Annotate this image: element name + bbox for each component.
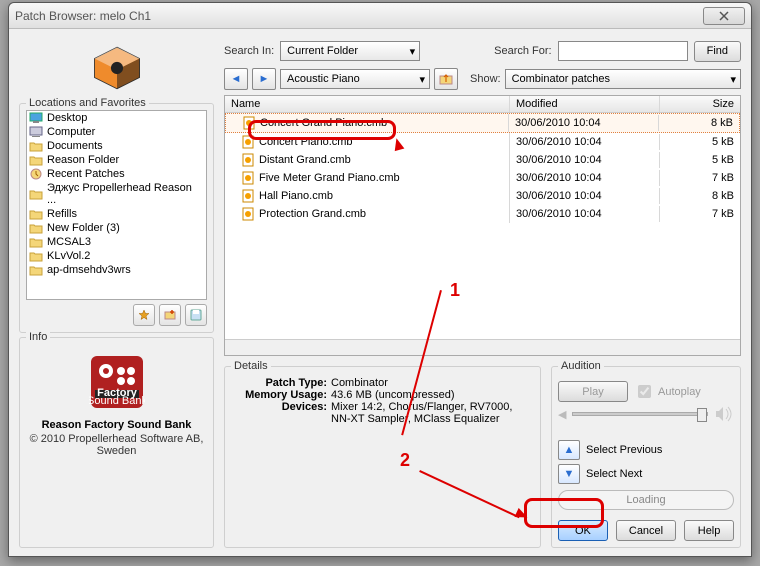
back-button[interactable]: ◄ (224, 68, 248, 90)
arrow-right-icon: ► (259, 73, 270, 85)
locations-group: Locations and Favorites DesktopComputerD… (19, 103, 214, 333)
find-button[interactable]: Find (694, 41, 741, 62)
disk-icon (190, 309, 202, 321)
audition-group: Audition Play Autoplay ◀ ▲ Select Pre (551, 366, 741, 548)
help-button[interactable]: Help (684, 520, 734, 541)
ok-button[interactable]: OK (558, 520, 608, 541)
cancel-button[interactable]: Cancel (616, 520, 676, 541)
close-icon (719, 11, 729, 21)
search-for-label: Search For: (494, 45, 551, 57)
locations-item[interactable]: Computer (27, 125, 206, 139)
locations-item[interactable]: Desktop (27, 111, 206, 125)
col-name[interactable]: Name (225, 96, 510, 112)
locations-item[interactable]: Reason Folder (27, 153, 206, 167)
horizontal-scrollbar[interactable] (225, 339, 740, 355)
close-button[interactable] (703, 7, 745, 25)
info-copyright: © 2010 Propellerhead Software AB, Sweden (26, 433, 207, 457)
chevron-down-icon: ▾ (419, 73, 425, 86)
select-next-label: Select Next (586, 468, 642, 480)
info-bank-name: Reason Factory Sound Bank (26, 419, 207, 431)
file-row[interactable]: Hall Piano.cmb30/06/2010 10:048 kB (225, 187, 740, 205)
details-group: Details Patch Type:Combinator Memory Usa… (224, 366, 541, 548)
info-group: Info Factory Sound Bank Reason Factory S… (19, 337, 214, 548)
patch-browser-window: Patch Browser: melo Ch1 Locations and Fa… (8, 2, 752, 557)
titlebar[interactable]: Patch Browser: melo Ch1 (9, 3, 751, 29)
locations-item[interactable]: New Folder (3) (27, 221, 206, 235)
locations-item[interactable]: Эджус Propellerhead Reason ... (27, 181, 206, 207)
svg-text:Sound Bank: Sound Bank (89, 395, 145, 407)
locations-title: Locations and Favorites (26, 97, 149, 109)
detail-patch-type: Combinator (331, 377, 534, 389)
file-list[interactable]: Name Modified Size Concert Grand Piano.c… (224, 95, 741, 356)
select-previous-label: Select Previous (586, 444, 662, 456)
locations-item[interactable]: Documents (27, 139, 206, 153)
triangle-up-icon: ▲ (564, 444, 575, 456)
show-label: Show: (470, 73, 501, 85)
favorite-add-button[interactable] (133, 304, 155, 326)
reason-logo (19, 37, 214, 99)
triangle-down-icon: ▼ (564, 468, 575, 480)
folder-up-icon (439, 72, 453, 86)
folder-plus-icon (164, 309, 176, 321)
path-combo[interactable]: Acoustic Piano ▾ (280, 69, 430, 89)
locations-item[interactable]: MCSAL3 (27, 235, 206, 249)
chevron-down-icon: ▾ (730, 73, 736, 86)
search-in-label: Search In: (224, 45, 274, 57)
col-modified[interactable]: Modified (510, 96, 660, 112)
browse-disk-button[interactable] (185, 304, 207, 326)
forward-button[interactable]: ► (252, 68, 276, 90)
detail-memory: 43.6 MB (uncompressed) (331, 389, 534, 401)
locations-item[interactable]: Recent Patches (27, 167, 206, 181)
select-previous-button[interactable]: ▲ (558, 440, 580, 460)
file-list-header[interactable]: Name Modified Size (225, 96, 740, 113)
search-in-combo[interactable]: Current Folder ▾ (280, 41, 420, 61)
locations-item[interactable]: Refills (27, 207, 206, 221)
play-button[interactable]: Play (558, 381, 628, 402)
window-title: Patch Browser: melo Ch1 (15, 9, 703, 23)
autoplay-checkbox[interactable]: Autoplay (634, 382, 701, 401)
chevron-down-icon: ▾ (410, 45, 416, 58)
file-row[interactable]: Concert Grand Piano.cmb30/06/2010 10:048… (225, 113, 740, 133)
info-title: Info (26, 331, 50, 343)
col-size[interactable]: Size (660, 96, 740, 112)
detail-devices: Mixer 14:2, Chorus/Flanger, RV7000, (331, 401, 534, 413)
volume-slider[interactable] (572, 412, 708, 416)
file-row[interactable]: Five Meter Grand Piano.cmb30/06/2010 10:… (225, 169, 740, 187)
file-row[interactable]: Concert Piano.cmb30/06/2010 10:045 kB (225, 133, 740, 151)
select-next-button[interactable]: ▼ (558, 464, 580, 484)
star-icon (139, 310, 149, 320)
loading-indicator: Loading (558, 490, 734, 510)
arrow-left-icon: ◄ (231, 73, 242, 85)
soundbank-icon: Factory Sound Bank (89, 354, 145, 410)
up-folder-button[interactable] (434, 68, 458, 90)
search-for-input[interactable] (558, 41, 688, 61)
file-row[interactable]: Distant Grand.cmb30/06/2010 10:045 kB (225, 151, 740, 169)
locations-item[interactable]: ap-dmsehdv3wrs (27, 263, 206, 277)
locations-item[interactable]: KLvVol.2 (27, 249, 206, 263)
new-folder-button[interactable] (159, 304, 181, 326)
speaker-icon (714, 406, 734, 422)
volume-low-icon: ◀ (558, 408, 566, 421)
show-combo[interactable]: Combinator patches ▾ (505, 69, 741, 89)
file-row[interactable]: Protection Grand.cmb30/06/2010 10:047 kB (225, 205, 740, 223)
locations-tree[interactable]: DesktopComputerDocumentsReason FolderRec… (26, 110, 207, 300)
